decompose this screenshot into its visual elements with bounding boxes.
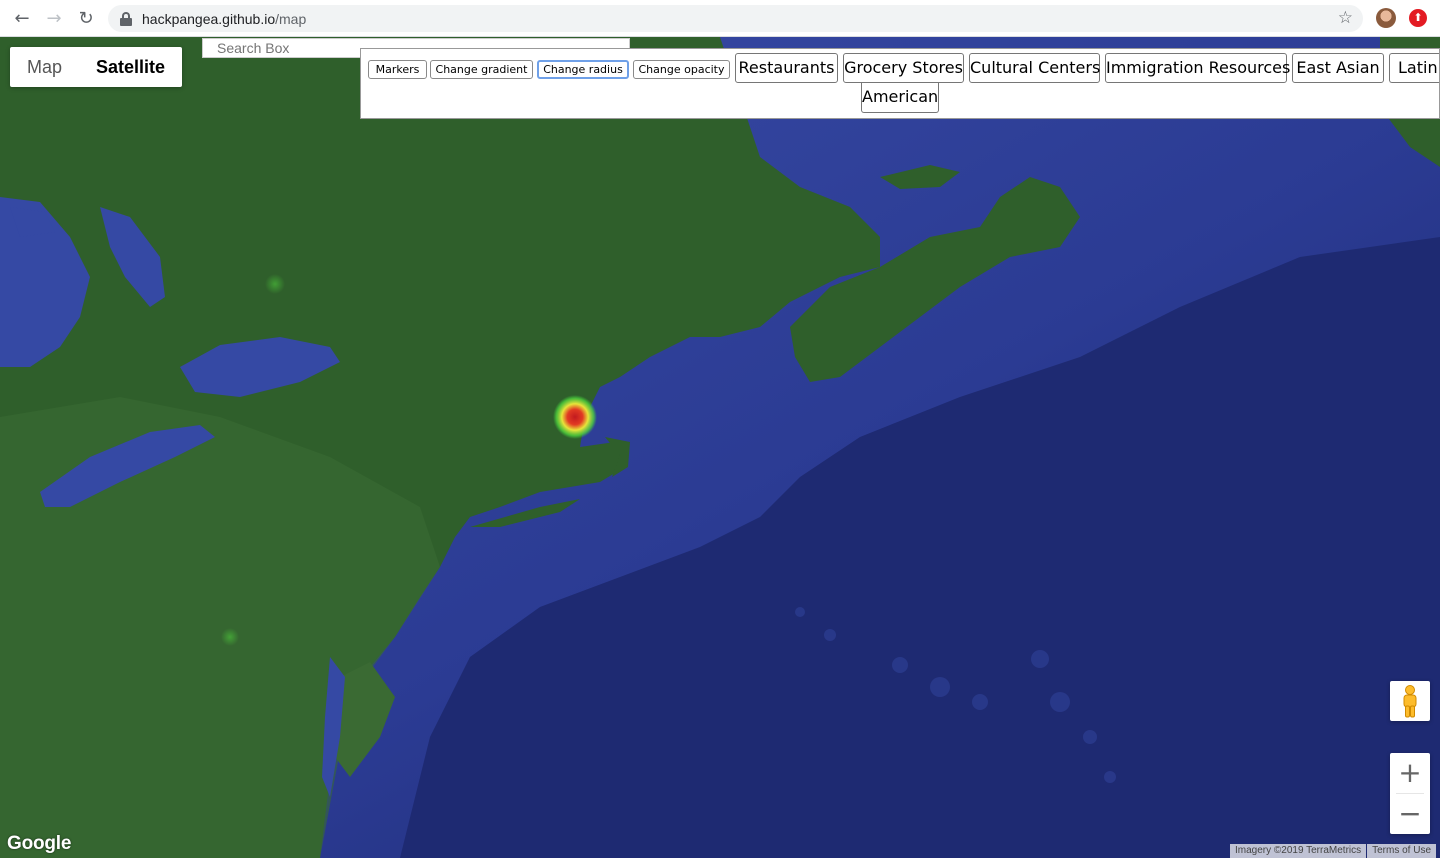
back-button[interactable]: ← xyxy=(8,4,36,32)
change-opacity-button[interactable]: Change opacity xyxy=(633,60,730,79)
url-host: hackpangea.github.io xyxy=(142,10,276,27)
cultural-centers-button[interactable]: Cultural Centers xyxy=(969,53,1100,83)
browser-toolbar: ← → ↻ hackpangea.github.io/map ☆ ⬆ xyxy=(0,0,1440,37)
map-imagery xyxy=(0,37,1440,858)
url-text: hackpangea.github.io/map xyxy=(142,11,306,27)
immigration-resources-button[interactable]: Immigration Resources xyxy=(1105,53,1290,83)
google-logo[interactable]: Google xyxy=(7,833,71,855)
change-radius-button[interactable]: Change radius xyxy=(537,60,629,79)
zoom-control: + − xyxy=(1390,753,1430,834)
map-type-satellite-button[interactable]: Satellite xyxy=(79,47,182,87)
heatmap-hotspot-small xyxy=(265,274,285,294)
map-attribution: Imagery ©2019 TerraMetrics Terms of Use xyxy=(1230,844,1437,858)
heatmap-hotspot-boston xyxy=(553,395,597,439)
map-type-control: Map Satellite xyxy=(10,47,183,87)
street-view-pegman[interactable] xyxy=(1390,681,1430,721)
pegman-icon xyxy=(1403,685,1417,718)
imagery-credit: Imagery ©2019 TerraMetrics xyxy=(1230,844,1367,858)
latin-american-button[interactable]: Latin xyxy=(1389,53,1439,83)
floating-panel: Markers Change gradient Change radius Ch… xyxy=(360,48,1440,119)
change-gradient-button[interactable]: Change gradient xyxy=(430,60,533,79)
grocery-stores-button[interactable]: Grocery Stores xyxy=(843,53,964,83)
lock-icon xyxy=(120,11,132,26)
zoom-out-button[interactable]: − xyxy=(1390,794,1430,834)
map-type-map-button[interactable]: Map xyxy=(10,47,79,87)
reload-button[interactable]: ↻ xyxy=(72,4,100,32)
address-bar[interactable]: hackpangea.github.io/map ☆ xyxy=(108,5,1363,32)
heatmap-hotspot-small xyxy=(221,628,239,646)
restaurants-button[interactable]: Restaurants xyxy=(735,53,838,83)
markers-button[interactable]: Markers xyxy=(368,60,427,79)
zoom-in-button[interactable]: + xyxy=(1390,753,1430,793)
bookmark-star-icon[interactable]: ☆ xyxy=(1338,8,1353,28)
east-asian-button[interactable]: East Asian xyxy=(1292,53,1384,83)
profile-avatar[interactable] xyxy=(1376,8,1396,28)
terms-of-use-link[interactable]: Terms of Use xyxy=(1367,844,1437,858)
latin-american-button-wrap[interactable]: American xyxy=(861,83,939,113)
satellite-map[interactable] xyxy=(0,37,1440,858)
url-path: /map xyxy=(275,10,307,27)
extension-icon[interactable]: ⬆ xyxy=(1409,9,1427,27)
forward-button[interactable]: → xyxy=(40,4,68,32)
